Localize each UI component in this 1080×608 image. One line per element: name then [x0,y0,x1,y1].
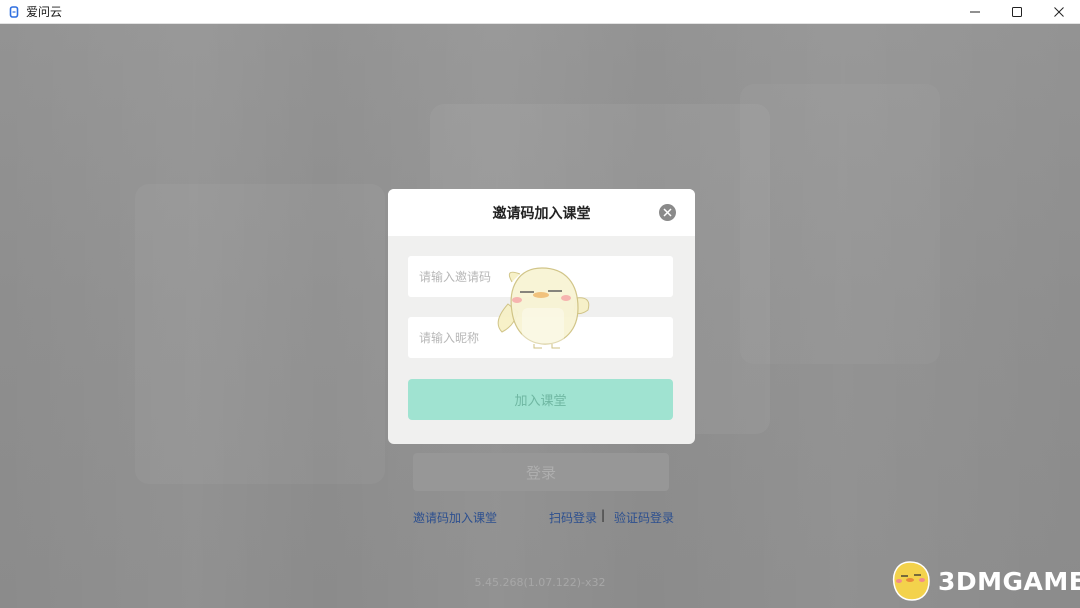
link-separator: | [601,508,606,522]
join-class-button[interactable]: 加入课堂 [408,379,673,420]
app-logo-icon [8,5,20,18]
background-panel [135,184,385,484]
dialog-close-button[interactable] [659,204,676,221]
sms-code-login-link[interactable]: 验证码登录 [614,509,674,526]
minimize-button[interactable] [954,0,996,24]
minimize-icon [970,11,980,13]
mascot-illustration [497,267,590,349]
background-panel [740,84,940,364]
dialog-title: 邀请码加入课堂 [492,205,591,222]
watermark-text: 3DMGAME [938,566,1080,596]
dialog-header: 邀请码加入课堂 [388,189,695,236]
maximize-icon [1012,7,1022,17]
close-window-button[interactable] [1038,0,1080,24]
watermark-mascot-icon [892,561,930,601]
maximize-button[interactable] [996,0,1038,24]
login-button[interactable]: 登录 [413,453,669,491]
site-watermark: 3DMGAME [886,558,1080,604]
close-icon [1054,7,1064,17]
qr-login-link[interactable]: 扫码登录 [549,509,597,526]
close-icon [663,208,672,217]
window-title: 爱问云 [26,5,63,19]
invite-join-link[interactable]: 邀请码加入课堂 [413,509,497,526]
window-titlebar: 爱问云 [0,0,1080,24]
